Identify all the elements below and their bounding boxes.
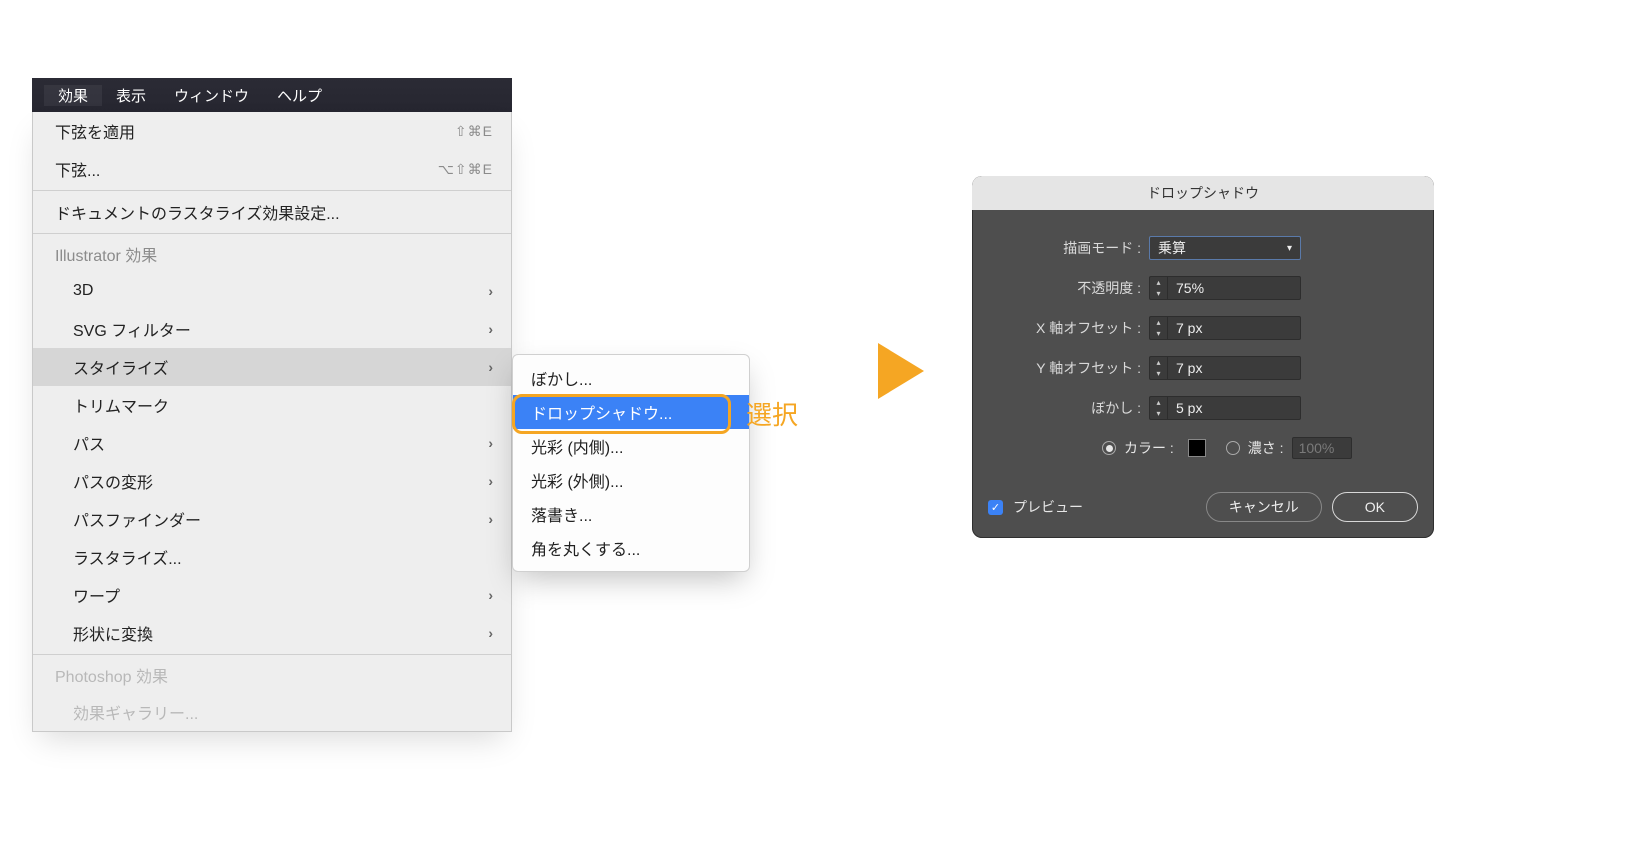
chevron-right-icon: › [488, 511, 493, 527]
shortcut-label: ⇧⌘E [455, 123, 493, 140]
color-label: カラー : [1124, 438, 1174, 458]
menu-item-label: SVG フィルター [73, 317, 191, 341]
chevron-right-icon: › [488, 625, 493, 641]
mode-value: 乗算 [1158, 238, 1186, 258]
yoffset-input[interactable]: ▴▾ 7 px [1149, 356, 1301, 380]
stepper-icon[interactable]: ▴▾ [1150, 357, 1168, 379]
opacity-label: 不透明度 : [994, 278, 1149, 298]
chevron-down-icon: ▾ [1287, 243, 1292, 254]
menu-item-label: ラスタライズ... [73, 545, 182, 569]
menu-3d[interactable]: 3D › [33, 272, 511, 310]
menu-distort[interactable]: パスの変形 › [33, 462, 511, 500]
menu-pathfinder[interactable]: パスファインダー › [33, 500, 511, 538]
blur-input[interactable]: ▴▾ 5 px [1149, 396, 1301, 420]
menu-effect-gallery[interactable]: 効果ギャラリー... [33, 693, 511, 731]
stepper-icon[interactable]: ▴▾ [1150, 397, 1168, 419]
menu-convert-shape[interactable]: 形状に変換 › [33, 614, 511, 652]
menu-item-label: パス [73, 431, 105, 455]
drop-shadow-dialog: ドロップシャドウ 描画モード : 乗算 ▾ 不透明度 : ▴▾ 75% X 軸オ… [972, 176, 1434, 538]
annotation-arrow-icon [878, 343, 924, 399]
chevron-right-icon: › [488, 435, 493, 451]
xoffset-input[interactable]: ▴▾ 7 px [1149, 316, 1301, 340]
submenu-blur[interactable]: ぼかし... [513, 361, 749, 395]
stepper-icon[interactable]: ▴▾ [1150, 317, 1168, 339]
ok-button[interactable]: OK [1332, 492, 1418, 522]
menu-item-label: スタイライズ [73, 355, 169, 379]
opacity-input[interactable]: ▴▾ 75% [1149, 276, 1301, 300]
preview-label: プレビュー [1013, 497, 1083, 517]
chevron-right-icon: › [488, 283, 493, 299]
menu-trim-marks[interactable]: トリムマーク [33, 386, 511, 424]
menu-item-label: ワープ [73, 583, 120, 607]
darkness-value: 100% [1292, 437, 1352, 459]
xoffset-value: 7 px [1168, 320, 1202, 336]
xoffset-label: X 軸オフセット : [994, 318, 1149, 338]
color-swatch[interactable] [1188, 439, 1206, 457]
menu-view[interactable]: 表示 [102, 85, 160, 106]
submenu-inner-glow[interactable]: 光彩 (内側)... [513, 429, 749, 463]
app-menubar: 効果 表示 ウィンドウ ヘルプ [32, 78, 512, 112]
chevron-right-icon: › [488, 359, 493, 375]
submenu-outer-glow[interactable]: 光彩 (外側)... [513, 463, 749, 497]
menu-help[interactable]: ヘルプ [263, 85, 336, 106]
menu-stylize[interactable]: スタイライズ › [33, 348, 511, 386]
darkness-label: 濃さ : [1248, 438, 1284, 458]
yoffset-value: 7 px [1168, 360, 1202, 376]
blur-label: ぼかし : [994, 398, 1149, 418]
menu-raster-settings[interactable]: ドキュメントのラスタライズ効果設定... [33, 193, 511, 231]
menu-last[interactable]: 下弦... ⌥⇧⌘E [33, 150, 511, 188]
chevron-right-icon: › [488, 587, 493, 603]
blur-value: 5 px [1168, 400, 1202, 416]
separator [33, 654, 511, 655]
yoffset-label: Y 軸オフセット : [994, 358, 1149, 378]
annotation-label: 選択 [746, 395, 798, 432]
cancel-button[interactable]: キャンセル [1206, 492, 1322, 522]
menu-item-label: 形状に変換 [73, 621, 153, 645]
menu-window[interactable]: ウィンドウ [160, 85, 263, 106]
menu-rasterize[interactable]: ラスタライズ... [33, 538, 511, 576]
menu-effect[interactable]: 効果 [44, 85, 102, 106]
stepper-icon[interactable]: ▴▾ [1150, 277, 1168, 299]
menu-item-label: トリムマーク [73, 393, 169, 417]
section-header-illustrator: Illustrator 効果 [33, 236, 511, 272]
menu-path[interactable]: パス › [33, 424, 511, 462]
submenu-round-corners[interactable]: 角を丸くする... [513, 531, 749, 565]
color-radio[interactable] [1102, 441, 1116, 455]
menu-apply-last[interactable]: 下弦を適用 ⇧⌘E [33, 112, 511, 150]
menu-item-label: 効果ギャラリー... [73, 700, 198, 724]
menu-item-label: パスの変形 [73, 469, 153, 493]
submenu-drop-shadow[interactable]: ドロップシャドウ... [513, 395, 749, 429]
menu-item-label: 下弦を適用 [55, 119, 135, 143]
separator [33, 233, 511, 234]
menu-svg-filter[interactable]: SVG フィルター › [33, 310, 511, 348]
shortcut-label: ⌥⇧⌘E [438, 161, 493, 178]
menu-item-label: 下弦... [55, 157, 100, 181]
opacity-value: 75% [1168, 280, 1204, 296]
submenu-scribble[interactable]: 落書き... [513, 497, 749, 531]
chevron-right-icon: › [488, 473, 493, 489]
dialog-title: ドロップシャドウ [972, 176, 1434, 210]
chevron-right-icon: › [488, 321, 493, 337]
mode-select[interactable]: 乗算 ▾ [1149, 236, 1301, 260]
mode-label: 描画モード : [994, 238, 1149, 258]
effect-menu: 下弦を適用 ⇧⌘E 下弦... ⌥⇧⌘E ドキュメントのラスタライズ効果設定..… [32, 112, 512, 732]
menu-item-label: 3D [73, 282, 93, 300]
stylize-submenu: ぼかし... ドロップシャドウ... 光彩 (内側)... 光彩 (外側)...… [512, 354, 750, 572]
menu-item-label: パスファインダー [73, 507, 201, 531]
section-header-photoshop: Photoshop 効果 [33, 657, 511, 693]
menu-warp[interactable]: ワープ › [33, 576, 511, 614]
menu-item-label: ドキュメントのラスタライズ効果設定... [55, 200, 340, 224]
separator [33, 190, 511, 191]
preview-checkbox[interactable]: ✓ [988, 500, 1003, 515]
darkness-radio[interactable] [1226, 441, 1240, 455]
